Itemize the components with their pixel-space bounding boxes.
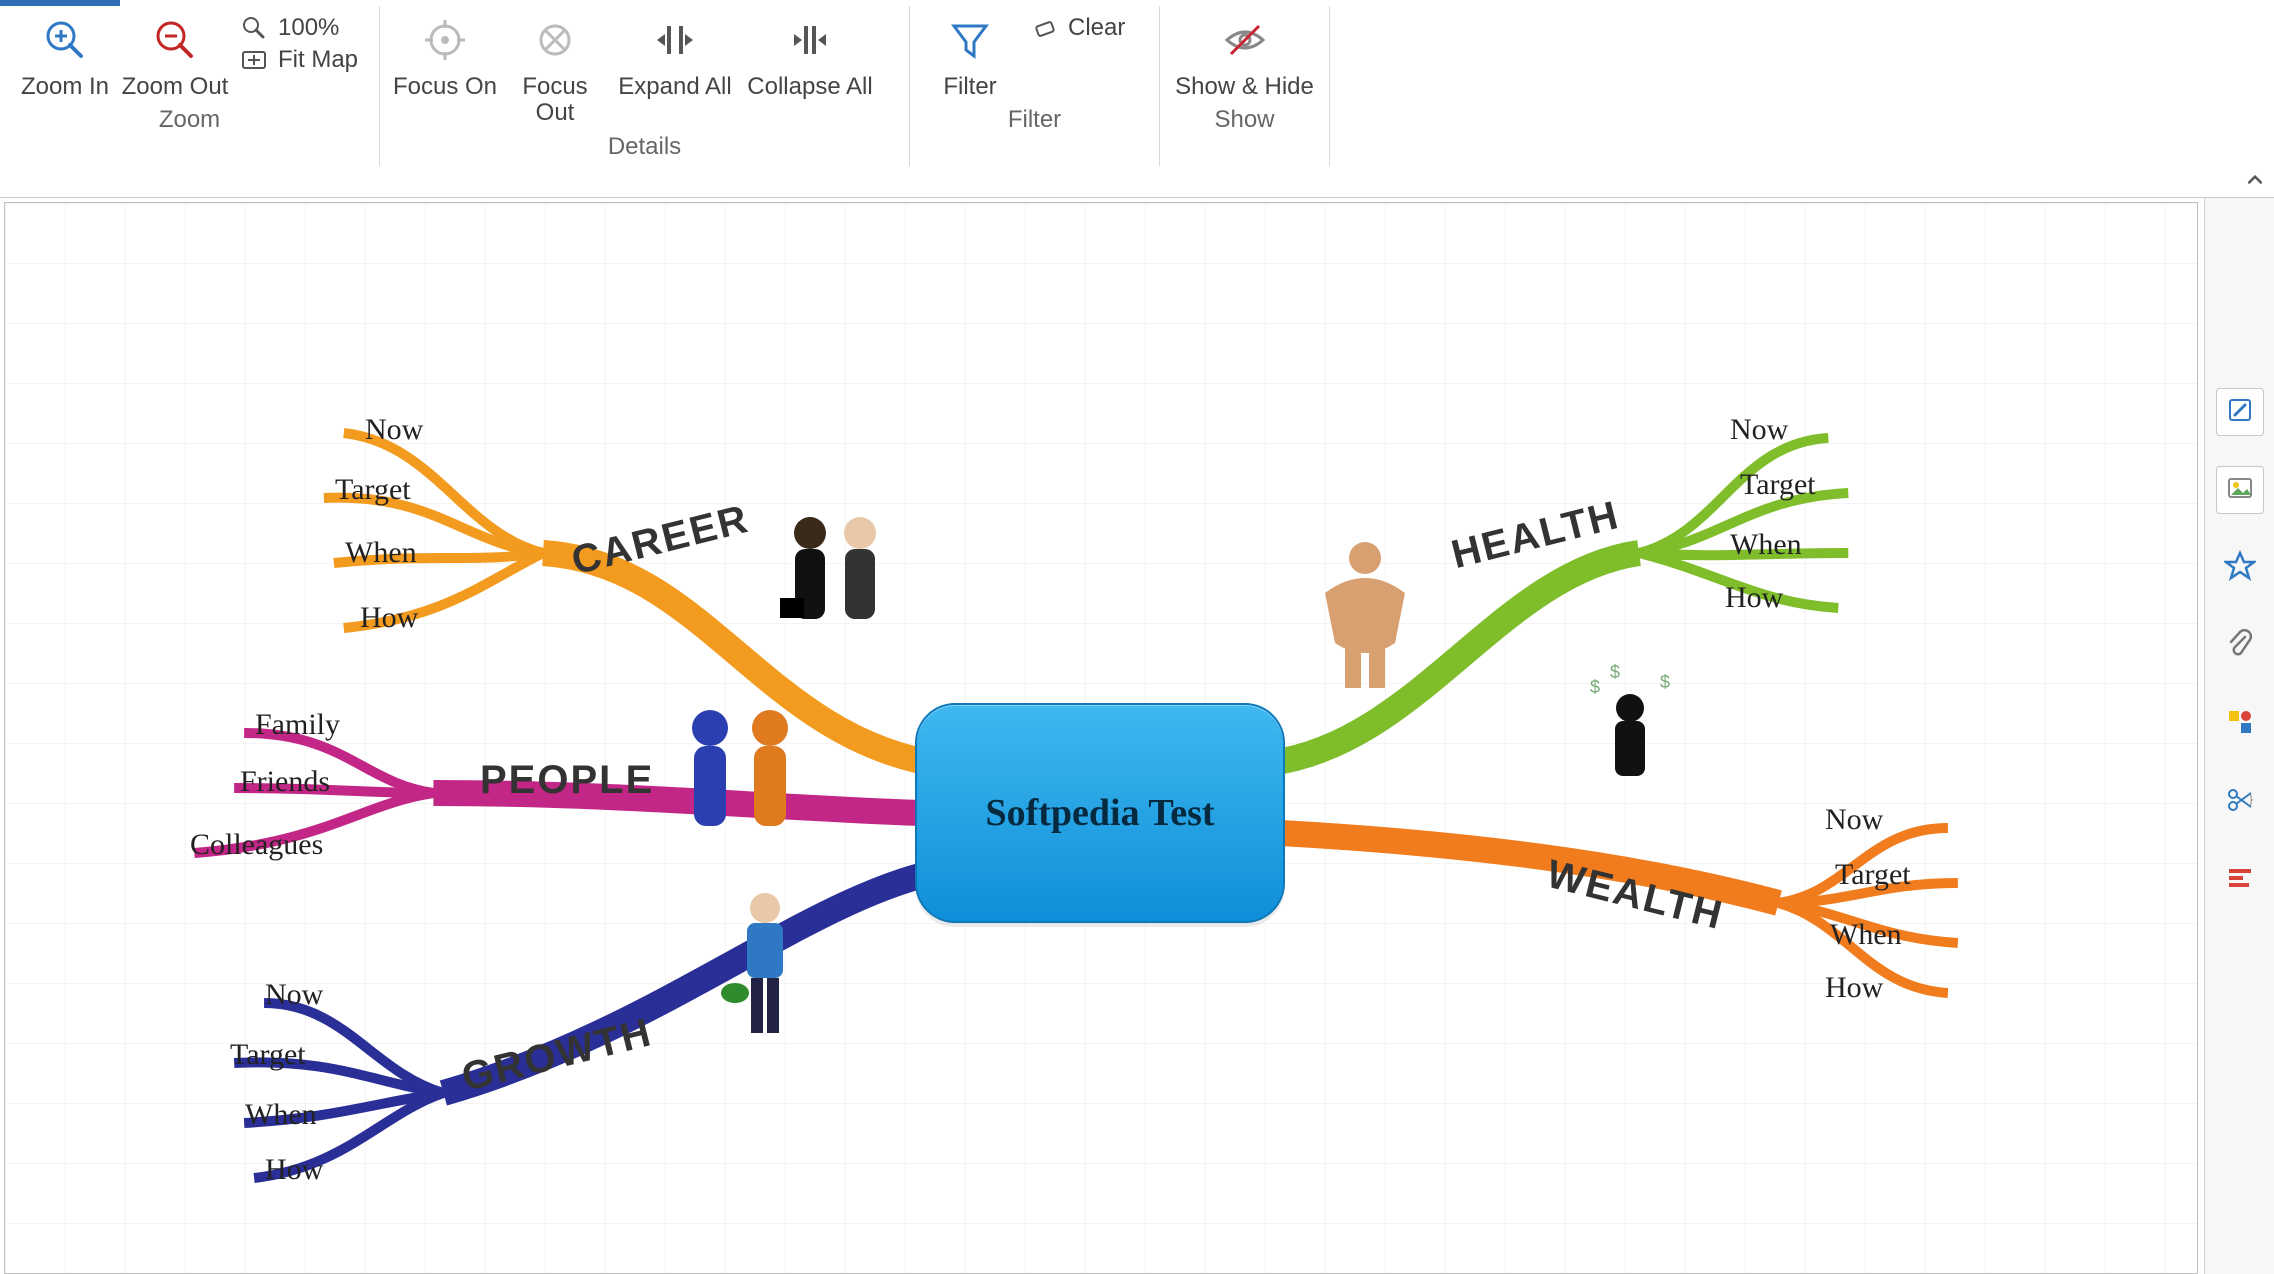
node-career-3[interactable]: How (360, 601, 418, 635)
ribbon-group-filter: Filter Clear Filter (910, 6, 1160, 166)
node-growth-0[interactable]: Now (265, 978, 323, 1012)
paperclip-icon (2225, 629, 2255, 664)
node-career-1[interactable]: Target (335, 473, 411, 507)
zoom-in-label: Zoom In (21, 74, 109, 100)
expand-all-button[interactable]: Expand All (610, 10, 740, 100)
focus-out-icon (531, 16, 579, 64)
filter-icon (946, 16, 994, 64)
node-people-1[interactable]: Friends (240, 765, 330, 799)
side-align-button[interactable] (2216, 856, 2264, 904)
eye-slash-icon (1221, 16, 1269, 64)
group-label-details: Details (390, 127, 899, 169)
central-topic[interactable]: Softpedia Test (915, 703, 1285, 923)
expand-all-icon (651, 16, 699, 64)
image-icon (2226, 474, 2254, 507)
side-panel: } (2204, 198, 2274, 1274)
node-wealth-1[interactable]: Target (1835, 858, 1911, 892)
mindmap: Softpedia Test CAREER PEOPLE GROWTH HEAL… (5, 203, 2197, 1273)
focus-on-button[interactable]: Focus On (390, 10, 500, 100)
side-snip-button[interactable]: } (2216, 778, 2264, 826)
focus-out-button[interactable]: Focus Out (500, 10, 610, 127)
focus-out-label: Focus Out (500, 74, 610, 127)
scissors-icon: } (2225, 785, 2255, 820)
ribbon: Zoom In Zoom Out 100% (0, 0, 2274, 198)
zoom-level-button[interactable]: 100% (230, 12, 368, 44)
ribbon-group-show: Show & Hide Show (1160, 6, 1330, 166)
zoom-in-icon (41, 16, 89, 64)
side-edit-button[interactable] (2216, 388, 2264, 436)
node-career-2[interactable]: When (345, 536, 417, 570)
node-people-0[interactable]: Family (255, 708, 340, 742)
show-hide-button[interactable]: Show & Hide (1170, 10, 1319, 100)
ribbon-group-zoom: Zoom In Zoom Out 100% (0, 6, 380, 166)
pencil-icon (2226, 396, 2254, 429)
zoom-in-button[interactable]: Zoom In (10, 10, 120, 100)
group-label-zoom: Zoom (10, 100, 369, 142)
collapse-all-icon (786, 16, 834, 64)
node-health-3[interactable]: How (1725, 581, 1783, 615)
node-health-0[interactable]: Now (1730, 413, 1788, 447)
collapse-all-button[interactable]: Collapse All (740, 10, 880, 100)
ribbon-group-details: Focus On Focus Out Expand All (380, 6, 910, 166)
show-hide-label: Show & Hide (1175, 74, 1314, 100)
filter-label: Filter (943, 74, 996, 100)
clear-filter-button[interactable]: Clear (1020, 12, 1135, 44)
node-wealth-2[interactable]: When (1830, 918, 1902, 952)
side-star-button[interactable] (2216, 544, 2264, 592)
expand-all-label: Expand All (618, 74, 731, 100)
node-growth-1[interactable]: Target (230, 1038, 306, 1072)
shapes-icon (2225, 707, 2255, 742)
canvas[interactable]: Softpedia Test CAREER PEOPLE GROWTH HEAL… (4, 202, 2198, 1274)
side-image-button[interactable] (2216, 466, 2264, 514)
node-wealth-0[interactable]: Now (1825, 803, 1883, 837)
zoom-level-label: 100% (278, 14, 339, 42)
node-career-0[interactable]: Now (365, 413, 423, 447)
workspace: Softpedia Test CAREER PEOPLE GROWTH HEAL… (0, 198, 2274, 1274)
clear-filter-label: Clear (1068, 14, 1125, 42)
zoom-out-label: Zoom Out (122, 74, 229, 100)
collapse-all-label: Collapse All (747, 74, 872, 100)
magnifier-icon (240, 14, 268, 42)
zoom-out-icon (151, 16, 199, 64)
branch-people[interactable]: PEOPLE (480, 758, 654, 803)
align-icon (2225, 863, 2255, 898)
node-health-2[interactable]: When (1730, 528, 1802, 562)
group-label-filter: Filter (920, 100, 1149, 142)
collapse-ribbon-button[interactable] (2242, 167, 2268, 193)
svg-text:}: } (2249, 792, 2253, 806)
star-icon (2224, 550, 2256, 587)
focus-on-label: Focus On (393, 74, 497, 100)
side-shapes-button[interactable] (2216, 700, 2264, 748)
fit-map-label: Fit Map (278, 46, 358, 74)
central-topic-label: Softpedia Test (985, 791, 1214, 835)
node-health-1[interactable]: Target (1740, 468, 1816, 502)
node-wealth-3[interactable]: How (1825, 971, 1883, 1005)
fit-map-button[interactable]: Fit Map (230, 44, 368, 76)
filter-button[interactable]: Filter (920, 10, 1020, 100)
side-attach-button[interactable] (2216, 622, 2264, 670)
eraser-icon (1030, 14, 1058, 42)
node-people-2[interactable]: Colleagues (190, 828, 323, 862)
zoom-out-button[interactable]: Zoom Out (120, 10, 230, 100)
node-growth-3[interactable]: How (265, 1153, 323, 1187)
node-growth-2[interactable]: When (245, 1098, 317, 1132)
focus-on-icon (421, 16, 469, 64)
group-label-show: Show (1170, 100, 1319, 142)
fit-map-icon (240, 46, 268, 74)
